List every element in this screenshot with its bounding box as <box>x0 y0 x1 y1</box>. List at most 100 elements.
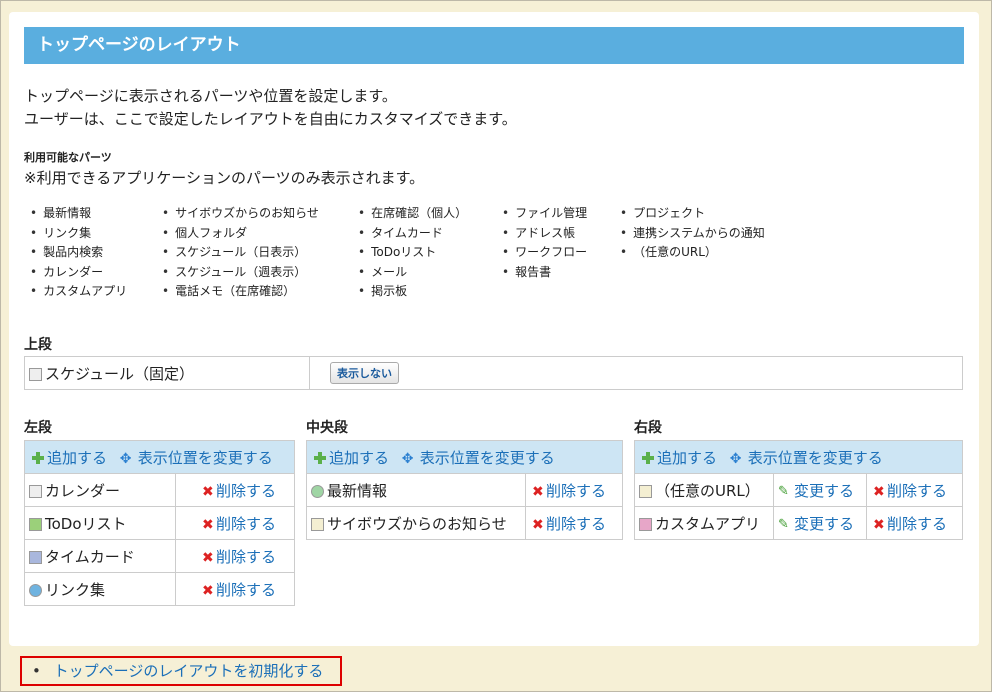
plus-icon <box>31 451 45 465</box>
top-part-cell: スケジュール（固定） <box>24 356 310 390</box>
part-item: メール <box>358 263 467 283</box>
part-item: 報告書 <box>502 263 587 283</box>
delete-link[interactable]: 削除する <box>546 482 606 500</box>
delete-icon: ✖ <box>532 517 544 533</box>
move-icon: ✥ <box>401 451 414 467</box>
delete-link[interactable]: 削除する <box>887 515 947 533</box>
document-icon <box>311 517 324 531</box>
left-add-link[interactable]: 追加する <box>47 449 107 467</box>
left-header: 追加する ✥ 表示位置を変更する <box>24 440 295 474</box>
part-item: プロジェクト <box>620 204 765 224</box>
delete-link[interactable]: 削除する <box>216 515 276 533</box>
part-item: スケジュール（日表示） <box>162 243 319 263</box>
app-icon <box>639 517 652 531</box>
part-item: 個人フォルダ <box>162 224 319 244</box>
part-item: ToDoリスト <box>358 243 467 263</box>
plus-icon <box>313 451 327 465</box>
part-item: リンク集 <box>30 224 127 244</box>
description-line-2: ユーザーは、ここで設定したレイアウトを自由にカスタマイズできます。 <box>24 110 517 128</box>
left-part-cell: リンク集 <box>24 572 176 606</box>
center-delete-cell: ✖ 削除する <box>525 473 623 507</box>
available-parts-note: ※利用できるアプリケーションのパーツのみ表示されます。 <box>24 169 425 187</box>
change-link[interactable]: 変更する <box>794 482 854 500</box>
left-section-label: 左段 <box>24 420 52 436</box>
left-part-name: リンク集 <box>45 580 106 599</box>
parts-column-4: ファイル管理 アドレス帳 ワークフロー 報告書 <box>502 204 587 282</box>
part-item: （任意のURL） <box>620 243 765 263</box>
center-part-cell: 最新情報 <box>306 473 526 507</box>
page-title: トップページのレイアウト <box>24 27 964 64</box>
left-part-cell: カレンダー <box>24 473 176 507</box>
delete-icon: ✖ <box>202 583 214 599</box>
top-section-label: 上段 <box>24 337 52 353</box>
parts-column-3: 在席確認（個人） タイムカード ToDoリスト メール 掲示板 <box>358 204 467 302</box>
top-action-cell: 表示しない <box>309 356 963 390</box>
part-item: 最新情報 <box>30 204 127 224</box>
delete-link[interactable]: 削除する <box>546 515 606 533</box>
pencil-icon: ✎ <box>778 517 789 532</box>
part-item: 連携システムからの通知 <box>620 224 765 244</box>
left-delete-cell: ✖ 削除する <box>175 539 295 573</box>
delete-icon: ✖ <box>873 517 885 533</box>
timecard-icon <box>29 550 42 564</box>
calendar-icon <box>29 484 42 498</box>
part-item: サイボウズからのお知らせ <box>162 204 319 224</box>
right-part-cell: （任意のURL） <box>634 473 774 507</box>
delete-link[interactable]: 削除する <box>216 581 276 599</box>
plus-icon <box>641 451 655 465</box>
right-delete-cell: ✖ 削除する <box>866 473 963 507</box>
right-delete-cell: ✖ 削除する <box>866 506 963 540</box>
center-header: 追加する ✥ 表示位置を変更する <box>306 440 623 474</box>
reset-layout-link[interactable]: トップページのレイアウトを初期化する <box>54 662 324 680</box>
center-section-table: 追加する ✥ 表示位置を変更する 最新情報 ✖ 削除する サイボウズからのお知らせ … <box>306 440 623 540</box>
content-card: トップページのレイアウト トップページに表示されるパーツや位置を設定します。 ユ… <box>9 12 979 646</box>
right-part-cell: カスタムアプリ <box>634 506 774 540</box>
top-section-table: スケジュール（固定） 表示しない <box>24 356 963 390</box>
right-section-label: 右段 <box>634 420 662 436</box>
move-icon: ✥ <box>729 451 742 467</box>
right-move-link[interactable]: 表示位置を変更する <box>748 449 883 467</box>
right-part-name: カスタムアプリ <box>655 514 761 533</box>
right-add-link[interactable]: 追加する <box>657 449 717 467</box>
left-move-link[interactable]: 表示位置を変更する <box>138 449 273 467</box>
left-delete-cell: ✖ 削除する <box>175 506 295 540</box>
delete-icon: ✖ <box>202 517 214 533</box>
part-item: 製品内検索 <box>30 243 127 263</box>
left-section-table: 追加する ✥ 表示位置を変更する カレンダー ✖ 削除する ToDoリスト ✖ 削除す… <box>24 440 295 606</box>
left-part-cell: ToDoリスト <box>24 506 176 540</box>
part-item: 在席確認（個人） <box>358 204 467 224</box>
part-item: カレンダー <box>30 263 127 283</box>
center-part-name: サイボウズからのお知らせ <box>327 514 507 533</box>
left-part-name: タイムカード <box>45 547 135 566</box>
part-item: スケジュール（週表示） <box>162 263 319 283</box>
hide-button[interactable]: 表示しない <box>330 362 399 384</box>
part-item: カスタムアプリ <box>30 282 127 302</box>
center-delete-cell: ✖ 削除する <box>525 506 623 540</box>
delete-link[interactable]: 削除する <box>887 482 947 500</box>
left-part-name: ToDoリスト <box>45 514 127 533</box>
move-icon: ✥ <box>119 451 132 467</box>
parts-column-1: 最新情報 リンク集 製品内検索 カレンダー カスタムアプリ <box>30 204 127 302</box>
delete-icon: ✖ <box>532 484 544 500</box>
document-icon <box>639 484 652 498</box>
center-part-cell: サイボウズからのお知らせ <box>306 506 526 540</box>
globe-icon <box>29 583 42 597</box>
delete-icon: ✖ <box>202 550 214 566</box>
delete-icon: ✖ <box>873 484 885 500</box>
parts-column-5: プロジェクト 連携システムからの通知 （任意のURL） <box>620 204 765 263</box>
center-move-link[interactable]: 表示位置を変更する <box>420 449 555 467</box>
calendar-icon <box>29 367 42 381</box>
todo-icon <box>29 517 42 531</box>
change-link[interactable]: 変更する <box>794 515 854 533</box>
center-section-label: 中央段 <box>306 420 348 436</box>
left-delete-cell: ✖ 削除する <box>175 473 295 507</box>
right-part-name: （任意のURL） <box>655 481 760 500</box>
description-line-1: トップページに表示されるパーツや位置を設定します。 <box>24 87 397 105</box>
part-item: 電話メモ（在席確認） <box>162 282 319 302</box>
delete-link[interactable]: 削除する <box>216 482 276 500</box>
person-icon <box>311 484 324 498</box>
delete-link[interactable]: 削除する <box>216 548 276 566</box>
left-delete-cell: ✖ 削除する <box>175 572 295 606</box>
center-add-link[interactable]: 追加する <box>329 449 389 467</box>
part-item: ワークフロー <box>502 243 587 263</box>
